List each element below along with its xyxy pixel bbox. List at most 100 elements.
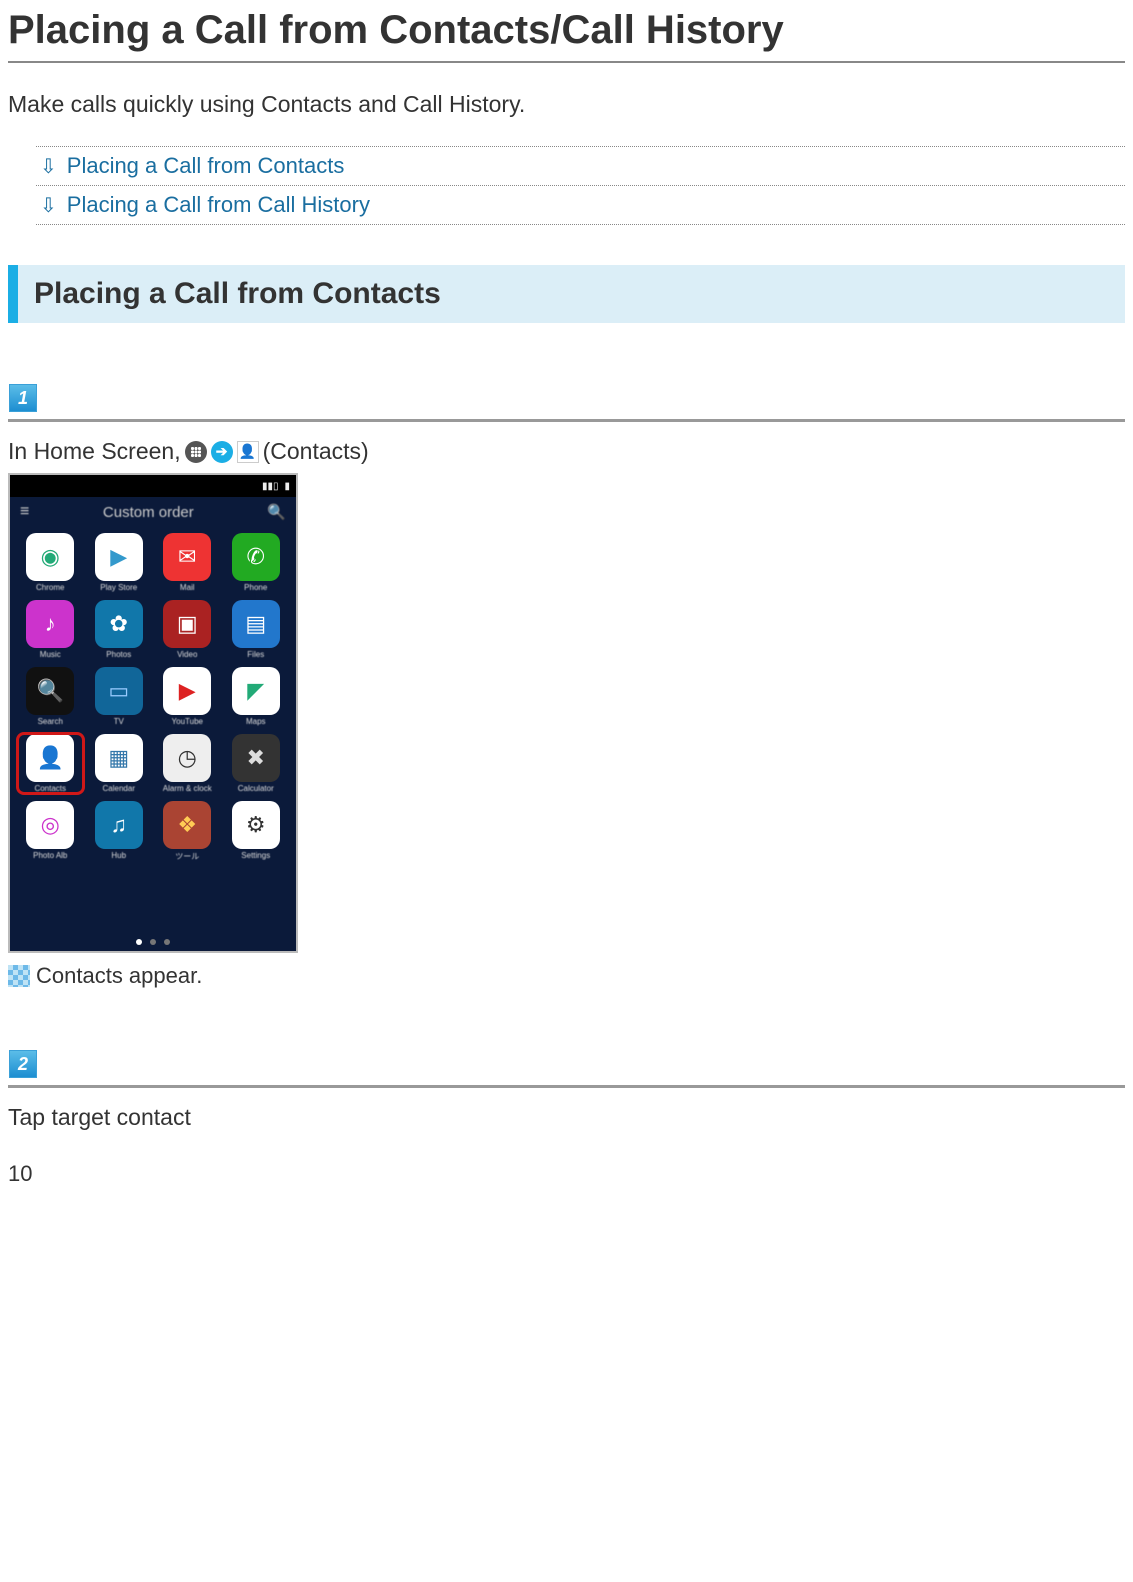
app-phone: ✆ Phone — [224, 533, 289, 592]
app-label: Photo Alb — [33, 851, 67, 860]
app-icon: ▤ — [232, 600, 280, 648]
app-icon: ◎ — [26, 801, 74, 849]
app-icon: ▶ — [163, 667, 211, 715]
app-icon: ◷ — [163, 734, 211, 782]
step-1: 1 In Home Screen, ➔ 👤 (Contacts) ▮▮▯ ▮ ≡… — [8, 383, 1125, 989]
phone-app-grid: ◉ Chrome ▶ Play Store ✉ Mail ✆ Phone ♪ Music ✿ Phot… — [10, 527, 296, 864]
phone-header: ≡ Custom order 🔍 — [10, 497, 296, 527]
app-youtube: ▶ YouTube — [155, 667, 220, 726]
phone-screenshot: ▮▮▯ ▮ ≡ Custom order 🔍 ◉ Chrome ▶ Play Stor… — [8, 473, 298, 953]
app-alarm-clock: ◷ Alarm & clock — [155, 734, 220, 793]
app-icon: ▣ — [163, 600, 211, 648]
app-label: Phone — [244, 583, 267, 592]
app-icon: ◉ — [26, 533, 74, 581]
app-label: Files — [247, 650, 264, 659]
step-text-before: In Home Screen, — [8, 438, 181, 465]
phone-header-title: Custom order — [103, 504, 194, 521]
app--: ❖ ツール — [155, 801, 220, 862]
app-search: 🔍 Search — [18, 667, 83, 726]
app-calculator: ✖ Calculator — [224, 734, 289, 793]
app-label: Contacts — [34, 784, 66, 793]
app-label: Maps — [246, 717, 266, 726]
app-label: YouTube — [172, 717, 203, 726]
app-label: Calendar — [103, 784, 135, 793]
app-photo-alb: ◎ Photo Alb — [18, 801, 83, 862]
step-number-icon: 1 — [8, 383, 38, 413]
app-tv: ▭ TV — [87, 667, 152, 726]
app-play-store: ▶ Play Store — [87, 533, 152, 592]
app-icon: ▶ — [95, 533, 143, 581]
step-2: 2 Tap target contact — [8, 1049, 1125, 1131]
app-photos: ✿ Photos — [87, 600, 152, 659]
app-icon: ▦ — [95, 734, 143, 782]
step-divider — [8, 1085, 1125, 1088]
app-icon: ▭ — [95, 667, 143, 715]
app-calendar: ▦ Calendar — [87, 734, 152, 793]
app-label: Chrome — [36, 583, 64, 592]
step-result: Contacts appear. — [8, 963, 1125, 989]
menu-icon: ≡ — [20, 503, 29, 521]
app-icon: ⚙ — [232, 801, 280, 849]
step-divider — [8, 419, 1125, 422]
app-label: Photos — [106, 650, 131, 659]
toc-item-call-history[interactable]: ⇩ Placing a Call from Call History — [36, 185, 1125, 225]
app-label: ツール — [175, 851, 199, 862]
app-chrome: ◉ Chrome — [18, 533, 83, 592]
page-indicator — [10, 939, 296, 945]
app-files: ▤ Files — [224, 600, 289, 659]
app-icon: ✉ — [163, 533, 211, 581]
battery-icon: ▮ — [284, 481, 290, 492]
app-contacts: 👤 Contacts — [18, 734, 83, 793]
app-icon: ✖ — [232, 734, 280, 782]
app-label: Settings — [241, 851, 270, 860]
app-icon: 👤 — [26, 734, 74, 782]
toc-link[interactable]: Placing a Call from Contacts — [67, 153, 345, 179]
contacts-icon: 👤 — [237, 441, 259, 463]
step-text-after: (Contacts) — [263, 438, 369, 465]
step-text: Tap target contact — [8, 1104, 191, 1131]
phone-status-bar: ▮▮▯ ▮ — [10, 475, 296, 497]
step-instruction: In Home Screen, ➔ 👤 (Contacts) — [8, 438, 1125, 465]
app-icon: ✆ — [232, 533, 280, 581]
down-arrow-icon: ⇩ — [40, 196, 57, 216]
apps-grid-icon — [185, 441, 207, 463]
page-title: Placing a Call from Contacts/Call Histor… — [8, 8, 1125, 63]
step-number: 1 — [9, 384, 37, 412]
page-number: 10 — [8, 1161, 1125, 1187]
app-icon: ♫ — [95, 801, 143, 849]
app-label: Search — [38, 717, 63, 726]
toc-link[interactable]: Placing a Call from Call History — [67, 192, 370, 218]
app-mail: ✉ Mail — [155, 533, 220, 592]
app-label: Music — [40, 650, 61, 659]
app-label: Calculator — [238, 784, 274, 793]
result-text: Contacts appear. — [36, 963, 202, 989]
app-maps: ◤ Maps — [224, 667, 289, 726]
app-icon: 🔍 — [26, 667, 74, 715]
app-music: ♪ Music — [18, 600, 83, 659]
app-label: Mail — [180, 583, 195, 592]
app-label: Hub — [111, 851, 126, 860]
step-instruction: Tap target contact — [8, 1104, 1125, 1131]
app-label: TV — [114, 717, 124, 726]
table-of-contents: ⇩ Placing a Call from Contacts ⇩ Placing… — [36, 146, 1125, 225]
app-icon: ✿ — [95, 600, 143, 648]
search-icon: 🔍 — [267, 503, 286, 521]
signal-icon: ▮▮▯ — [262, 481, 279, 492]
down-arrow-icon: ⇩ — [40, 157, 57, 177]
section-heading: Placing a Call from Contacts — [8, 265, 1125, 323]
app-settings: ⚙ Settings — [224, 801, 289, 862]
app-video: ▣ Video — [155, 600, 220, 659]
result-marker-icon — [8, 965, 30, 987]
app-label: Play Store — [100, 583, 137, 592]
app-label: Video — [177, 650, 197, 659]
app-icon: ♪ — [26, 600, 74, 648]
step-number-icon: 2 — [8, 1049, 38, 1079]
step-number: 2 — [9, 1050, 37, 1078]
intro-text: Make calls quickly using Contacts and Ca… — [8, 91, 1125, 118]
app-icon: ❖ — [163, 801, 211, 849]
arrow-right-icon: ➔ — [211, 441, 233, 463]
app-label: Alarm & clock — [163, 784, 212, 793]
toc-item-contacts[interactable]: ⇩ Placing a Call from Contacts — [36, 146, 1125, 185]
app-hub: ♫ Hub — [87, 801, 152, 862]
app-icon: ◤ — [232, 667, 280, 715]
